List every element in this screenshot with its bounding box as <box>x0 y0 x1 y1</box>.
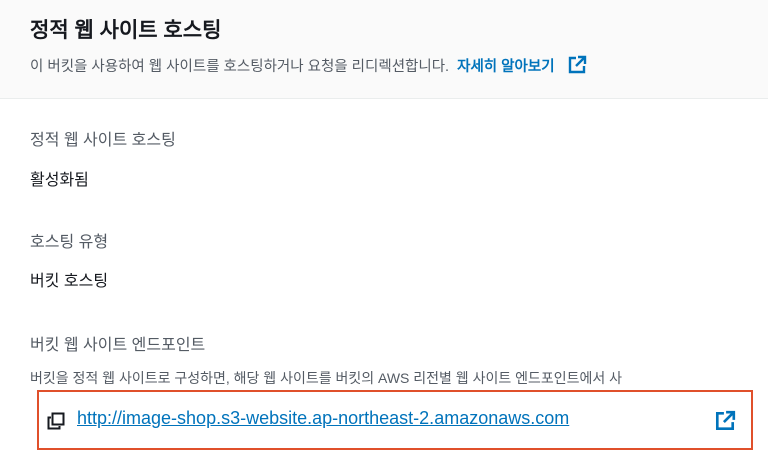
endpoint-highlight: http://image-shop.s3-website.ap-northeas… <box>37 390 753 450</box>
panel-description: 이 버킷을 사용하여 웹 사이트를 호스팅하거나 요청을 리디렉션합니다. 자세… <box>30 55 587 79</box>
external-link-icon[interactable] <box>714 410 736 437</box>
panel-header: 정적 웹 사이트 호스팅 이 버킷을 사용하여 웹 사이트를 호스팅하거나 요청… <box>0 0 768 99</box>
learn-more-link[interactable]: 자세히 알아보기 <box>457 55 586 75</box>
hosting-status-label: 정적 웹 사이트 호스팅 <box>30 132 176 149</box>
panel-description-text: 이 버킷을 사용하여 웹 사이트를 호스팅하거나 요청을 리디렉션합니다. <box>30 59 450 75</box>
panel-title: 정적 웹 사이트 호스팅 <box>30 19 222 42</box>
endpoint-url-link[interactable]: http://image-shop.s3-website.ap-northeas… <box>77 408 569 429</box>
endpoint-description: 버킷을 정적 웹 사이트로 구성하면, 해당 웹 사이트를 버킷의 AWS 리전… <box>30 370 623 386</box>
copy-icon[interactable] <box>47 412 65 435</box>
learn-more-label: 자세히 알아보기 <box>457 59 555 75</box>
endpoint-label: 버킷 웹 사이트 엔드포인트 <box>30 337 206 354</box>
static-website-hosting-panel: 정적 웹 사이트 호스팅 이 버킷을 사용하여 웹 사이트를 호스팅하거나 요청… <box>0 0 768 453</box>
external-link-icon <box>567 55 587 79</box>
hosting-status-value: 활성화됨 <box>30 172 89 189</box>
hosting-type-value: 버킷 호스팅 <box>30 273 109 290</box>
hosting-type-label: 호스팅 유형 <box>30 234 109 251</box>
